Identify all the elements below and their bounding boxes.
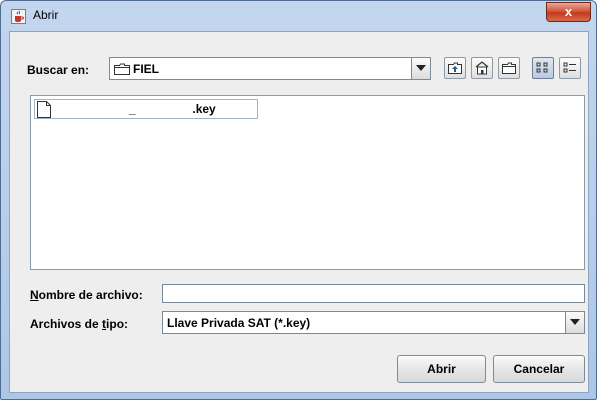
chevron-down-icon[interactable] — [565, 312, 584, 333]
filetype-label: Archivos de tipo: — [30, 317, 129, 331]
file-icon — [37, 101, 51, 121]
dialog-content: Buscar en: FIEL _ .key Nombre de archivo… — [9, 31, 589, 393]
java-cup-icon — [11, 9, 26, 24]
open-button[interactable]: Abrir — [397, 355, 486, 383]
look-in-value: FIEL — [114, 62, 159, 76]
open-dialog-window: Abrir x Buscar en: FIEL _ .key Nombre de… — [0, 0, 597, 400]
details-view-icon — [563, 62, 576, 73]
window-title: Abrir — [33, 8, 59, 22]
cancel-button[interactable]: Cancelar — [493, 355, 585, 383]
file-list[interactable]: _ .key — [30, 95, 585, 270]
details-view-button[interactable] — [559, 57, 581, 79]
list-item[interactable]: _ .key — [34, 99, 258, 119]
look-in-combo[interactable]: FIEL — [109, 57, 431, 80]
list-view-button[interactable] — [532, 57, 554, 79]
chevron-down-icon[interactable] — [411, 58, 430, 79]
up-one-level-icon — [448, 62, 462, 74]
file-name: _ .key — [59, 102, 216, 116]
folder-icon — [114, 63, 130, 75]
filetype-value: Llave Privada SAT (*.key) — [167, 316, 311, 330]
up-one-level-button[interactable] — [444, 57, 466, 79]
close-button[interactable]: x — [546, 2, 591, 22]
look-in-label: Buscar en: — [27, 63, 90, 77]
close-icon: x — [564, 4, 573, 19]
new-folder-icon — [502, 62, 516, 74]
home-icon — [475, 61, 489, 75]
title-bar[interactable]: Abrir x — [1, 1, 596, 31]
new-folder-button[interactable] — [498, 57, 520, 79]
filename-field[interactable] — [162, 284, 585, 303]
list-view-icon — [536, 62, 548, 73]
filetype-combo[interactable]: Llave Privada SAT (*.key) — [162, 311, 585, 334]
home-button[interactable] — [471, 57, 493, 79]
filename-label: Nombre de archivo: — [30, 288, 143, 302]
